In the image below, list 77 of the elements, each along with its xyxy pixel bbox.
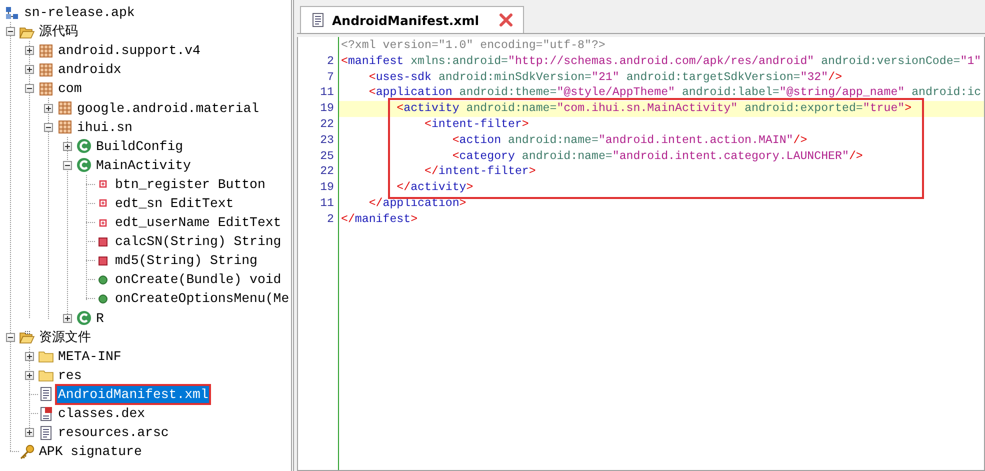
tree-item[interactable]: AndroidManifest.xml — [57, 386, 210, 403]
tree-item[interactable]: classes.dex — [57, 405, 146, 422]
code-line: <intent-filter> — [424, 116, 529, 133]
tree-item[interactable]: resources.arsc — [57, 424, 170, 442]
tree-item[interactable]: md5(String) String — [114, 252, 258, 270]
collapse-icon[interactable] — [6, 332, 14, 342]
expand-icon[interactable] — [24, 352, 34, 361]
expand-icon[interactable] — [24, 46, 34, 56]
line-number: 23 — [319, 132, 335, 149]
tree-item[interactable]: onCreate(Bundle) void — [114, 271, 282, 288]
code-line: <application android:theme="@style/AppTheme" android:label="@string/app_name" android:ic — [368, 85, 982, 102]
tree-item[interactable]: edt_userName EditText — [114, 214, 282, 232]
tree-item[interactable]: btn_register Button — [114, 176, 266, 193]
code-line: </manifest> — [341, 212, 418, 228]
tree-item[interactable]: ihui.sn — [76, 118, 134, 136]
line-number: 22 — [319, 116, 335, 133]
line-number: 7 — [326, 70, 335, 86]
line-number: 2 — [326, 54, 335, 70]
tree-item[interactable]: 源代码 — [38, 23, 79, 40]
package-icon — [57, 119, 73, 136]
tree-item[interactable]: BuildConfig — [95, 138, 184, 155]
package-icon — [38, 62, 54, 78]
key-icon — [19, 444, 35, 460]
code-line: <?xml version="1.0" encoding="utf-8"?> — [341, 38, 606, 54]
code-line: </application> — [368, 196, 466, 212]
open-folder-icon — [19, 329, 35, 346]
tree-item[interactable]: google.android.material — [76, 100, 260, 117]
line-number: 25 — [319, 148, 335, 164]
expand-icon[interactable] — [24, 370, 34, 380]
tree-item[interactable]: res — [57, 366, 83, 384]
expand-icon[interactable] — [24, 428, 34, 438]
close-icon[interactable] — [499, 13, 514, 27]
expand-icon[interactable] — [44, 104, 52, 113]
tree-item[interactable]: sn-release.apk — [23, 4, 136, 22]
tree-item[interactable]: 资源文件 — [38, 328, 92, 346]
class-icon — [76, 157, 92, 174]
class-icon — [76, 138, 92, 154]
tree-item[interactable]: META-INF — [57, 348, 122, 365]
code-line: <activity android:name="com.ihui.sn.MainActivity" android:exported="true"> — [396, 101, 912, 117]
apk-icon — [4, 4, 20, 21]
code-line: </intent-filter> — [424, 164, 536, 180]
line-number: 19 — [319, 180, 335, 196]
line-number: 22 — [319, 164, 335, 180]
expand-icon[interactable] — [24, 65, 34, 74]
code-line: <uses-sdk android:minSdkVersion="21" android:targetSdkVersion="32"/> — [368, 70, 842, 86]
line-number: 2 — [326, 212, 335, 228]
dex-file-icon — [38, 406, 54, 422]
package-icon — [38, 42, 54, 59]
tree-item[interactable]: APK signature — [38, 443, 143, 460]
code-line: </activity> — [396, 180, 474, 196]
class-icon — [76, 310, 92, 326]
document-icon — [310, 12, 326, 28]
tree-item[interactable]: androidx — [57, 61, 122, 78]
collapse-icon[interactable] — [6, 27, 14, 36]
editor-tab[interactable]: AndroidManifest.xml — [300, 6, 524, 33]
tree-item[interactable]: onCreateOptionsMenu(Me — [114, 290, 290, 308]
tree-item[interactable]: android.support.v4 — [57, 42, 202, 60]
document-icon — [38, 386, 54, 402]
document-icon — [38, 424, 54, 441]
package-icon — [38, 80, 54, 97]
code-line: <manifest xmlns:android="http://schemas.android.com/apk/res/android" android:versionCode="1" — [341, 54, 982, 70]
code-line: <action android:name="android.intent.action.MAIN"/> — [452, 132, 808, 149]
tree-item[interactable]: edt_sn EditText — [114, 194, 235, 212]
tree-item[interactable]: MainActivity — [95, 156, 192, 174]
expand-icon[interactable] — [62, 142, 72, 151]
tree-item[interactable]: R — [95, 310, 105, 327]
package-icon — [57, 100, 73, 116]
line-number: 19 — [319, 101, 335, 117]
collapse-icon[interactable] — [62, 160, 72, 170]
code-line: <category android:name="android.intent.category.LAUNCHER"/> — [452, 148, 863, 164]
expand-icon[interactable] — [62, 314, 72, 323]
tree-item[interactable]: com — [57, 80, 83, 98]
line-number: 11 — [319, 85, 335, 102]
tree-item[interactable]: calcSN(String) String — [114, 233, 282, 250]
collapse-icon[interactable] — [24, 84, 34, 94]
line-number: 11 — [319, 196, 335, 212]
collapse-icon[interactable] — [44, 122, 52, 132]
